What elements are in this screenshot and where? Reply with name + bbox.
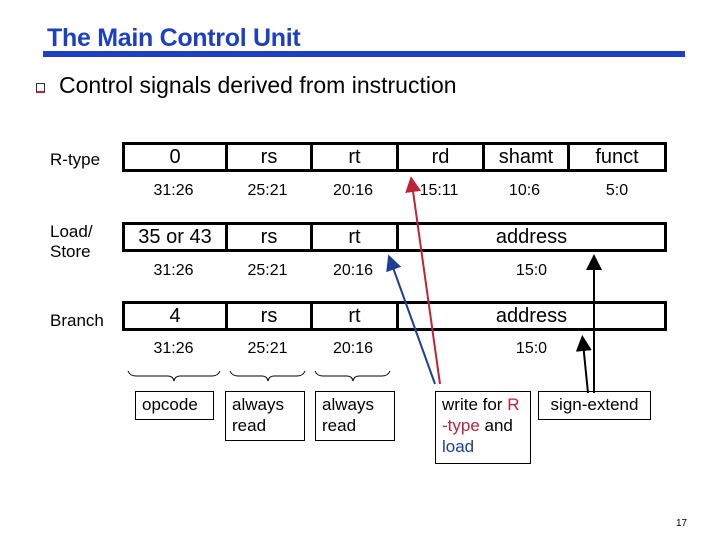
page-number: 17	[676, 518, 688, 529]
rs-note-line1: always	[232, 395, 284, 414]
write-note-rtype: R	[507, 395, 520, 414]
brace-opcode	[127, 370, 221, 382]
arrows-overlay	[127, 176, 602, 394]
write-note: write for R -type and load	[435, 391, 531, 464]
opcode-note-text: opcode	[142, 395, 198, 414]
sign-extend-text: sign-extend	[550, 395, 639, 414]
rt-note-line2: read	[322, 416, 357, 435]
rs-note: always read	[225, 391, 305, 441]
rs-note-line2: read	[232, 416, 267, 435]
rt-note: always read	[315, 391, 395, 441]
write-note-text: write for	[442, 395, 508, 414]
rt-note-line1: always	[322, 395, 374, 414]
brace-rt	[314, 370, 391, 382]
brace-rs	[229, 370, 306, 382]
opcode-note: opcode	[135, 391, 214, 420]
write-note-and: and	[479, 416, 513, 435]
sign-extend-note: sign-extend	[538, 391, 651, 420]
write-note-rtype-suffix: -type	[442, 416, 480, 435]
sign-extend-arrow-branch	[575, 335, 592, 394]
load-write-arrow	[386, 254, 436, 385]
write-note-load: load	[442, 437, 475, 456]
rtype-write-arrow	[405, 176, 441, 385]
